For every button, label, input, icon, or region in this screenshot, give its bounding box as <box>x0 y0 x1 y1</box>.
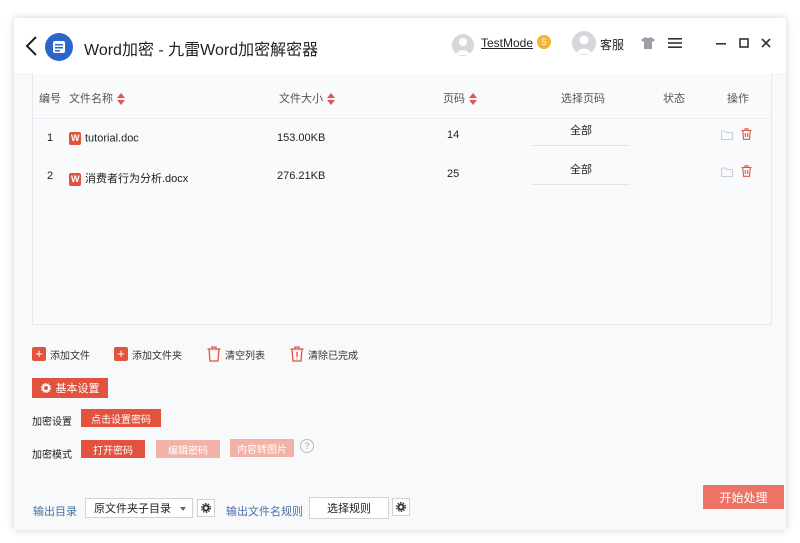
row-pages: 25 <box>447 168 460 180</box>
output-dir-settings-button[interactable] <box>197 499 215 517</box>
encrypt-setting-label: 加密设置 <box>32 417 72 428</box>
basic-settings-header: 基本设置 <box>32 378 108 398</box>
plus-icon: + <box>114 347 128 361</box>
file-list-panel: 编号 文件名称 文件大小 页码 选择页码 状态 操作 1 tutorial.do… <box>32 74 772 325</box>
basic-settings-title: 基本设置 <box>55 383 100 395</box>
clear-list-label: 清空列表 <box>225 350 265 362</box>
sort-icon[interactable] <box>469 93 477 106</box>
encrypt-mode-label: 加密模式 <box>32 450 72 461</box>
add-file-button[interactable]: + 添加文件 <box>32 344 90 364</box>
gear-icon <box>40 383 51 393</box>
gear-icon <box>201 503 211 513</box>
row-file-name-text: 消费者行为分析.docx <box>85 173 189 185</box>
service-avatar-icon[interactable] <box>572 31 596 55</box>
menu-icon[interactable] <box>666 33 684 53</box>
column-status: 状态 <box>663 93 685 105</box>
customer-service-label[interactable]: 客服 <box>600 36 624 53</box>
folder-open-icon[interactable] <box>720 128 733 141</box>
close-icon[interactable] <box>757 33 775 53</box>
chevron-down-icon <box>180 507 186 511</box>
trash-icon <box>207 346 221 362</box>
page-range-select[interactable]: 全部 <box>532 117 630 146</box>
clear-list-button[interactable]: 清空列表 <box>207 344 265 364</box>
word-file-icon <box>69 172 81 186</box>
row-file-size: 153.00KB <box>277 132 326 144</box>
mode-to-image-button[interactable]: 内容转图片 <box>230 439 294 457</box>
user-name-link[interactable]: TestMode <box>481 36 533 50</box>
table-row[interactable]: 1 tutorial.doc 153.00KB 14 全部 <box>33 120 771 156</box>
vip-badge-icon: 5 <box>537 35 551 49</box>
trash-icon <box>290 346 304 362</box>
page-range-select[interactable]: 全部 <box>532 156 630 185</box>
gear-icon <box>396 502 406 512</box>
add-file-label: 添加文件 <box>50 350 90 362</box>
maximize-icon[interactable] <box>735 33 753 53</box>
help-icon[interactable]: ? <box>300 439 314 453</box>
row-file-name: 消费者行为分析.docx <box>69 170 188 186</box>
app-title: Word加密 - 九雷Word加密解密器 <box>84 42 319 59</box>
set-password-button[interactable]: 点击设置密码 <box>81 409 161 427</box>
folder-open-icon[interactable] <box>720 165 733 178</box>
column-select-pages: 选择页码 <box>561 93 605 105</box>
trash-icon[interactable] <box>740 127 753 140</box>
add-folder-button[interactable]: + 添加文件夹 <box>114 344 182 364</box>
column-name[interactable]: 文件名称 <box>69 90 125 106</box>
start-processing-button[interactable]: 开始处理 <box>703 485 784 509</box>
column-name-label: 文件名称 <box>69 93 113 105</box>
mode-open-password-button[interactable]: 打开密码 <box>81 440 145 458</box>
sort-icon[interactable] <box>117 93 125 106</box>
column-size[interactable]: 文件大小 <box>279 90 335 106</box>
table-header: 编号 文件名称 文件大小 页码 选择页码 状态 操作 <box>33 74 771 119</box>
row-index: 1 <box>47 132 54 144</box>
clear-done-button[interactable]: 清除已完成 <box>290 344 358 364</box>
minimize-icon[interactable] <box>712 33 730 53</box>
output-dir-select[interactable]: 原文件夹子目录 <box>85 498 193 518</box>
clear-done-label: 清除已完成 <box>308 350 358 362</box>
word-file-icon <box>69 132 81 145</box>
table-row[interactable]: 2 消费者行为分析.docx 276.21KB 25 全部 <box>33 158 771 194</box>
select-rule-button[interactable]: 选择规则 <box>309 497 389 519</box>
add-folder-label: 添加文件夹 <box>132 350 182 362</box>
skin-shirt-icon[interactable] <box>639 33 657 53</box>
app-logo-icon <box>45 33 73 61</box>
file-toolbar: + 添加文件 + 添加文件夹 清空列表 清除已完成 <box>32 344 772 364</box>
trash-icon[interactable] <box>740 164 753 177</box>
rule-settings-button[interactable] <box>392 498 410 516</box>
output-dir-value: 原文件夹子目录 <box>94 503 171 515</box>
back-arrow-icon[interactable] <box>22 34 42 58</box>
row-file-name: tutorial.doc <box>69 132 139 145</box>
column-actions: 操作 <box>727 93 749 105</box>
output-dir-label: 输出目录 <box>33 506 77 518</box>
column-pages-label: 页码 <box>443 93 465 105</box>
output-name-rule-label: 输出文件名规则 <box>226 506 303 518</box>
row-pages: 14 <box>447 129 460 141</box>
row-file-size: 276.21KB <box>277 170 326 182</box>
column-size-label: 文件大小 <box>279 93 323 105</box>
row-index: 2 <box>47 170 54 182</box>
column-index: 编号 <box>39 93 61 105</box>
plus-icon: + <box>32 347 46 361</box>
column-pages[interactable]: 页码 <box>443 90 477 106</box>
user-avatar-icon[interactable] <box>452 34 474 56</box>
title-bar: Word加密 - 九雷Word加密解密器 TestMode 5 客服 <box>14 18 786 75</box>
sort-icon[interactable] <box>327 93 335 106</box>
mode-edit-password-button[interactable]: 编辑密码 <box>156 440 220 458</box>
app-window: Word加密 - 九雷Word加密解密器 TestMode 5 客服 编号 文件… <box>14 18 786 530</box>
row-file-name-text: tutorial.doc <box>85 132 139 145</box>
